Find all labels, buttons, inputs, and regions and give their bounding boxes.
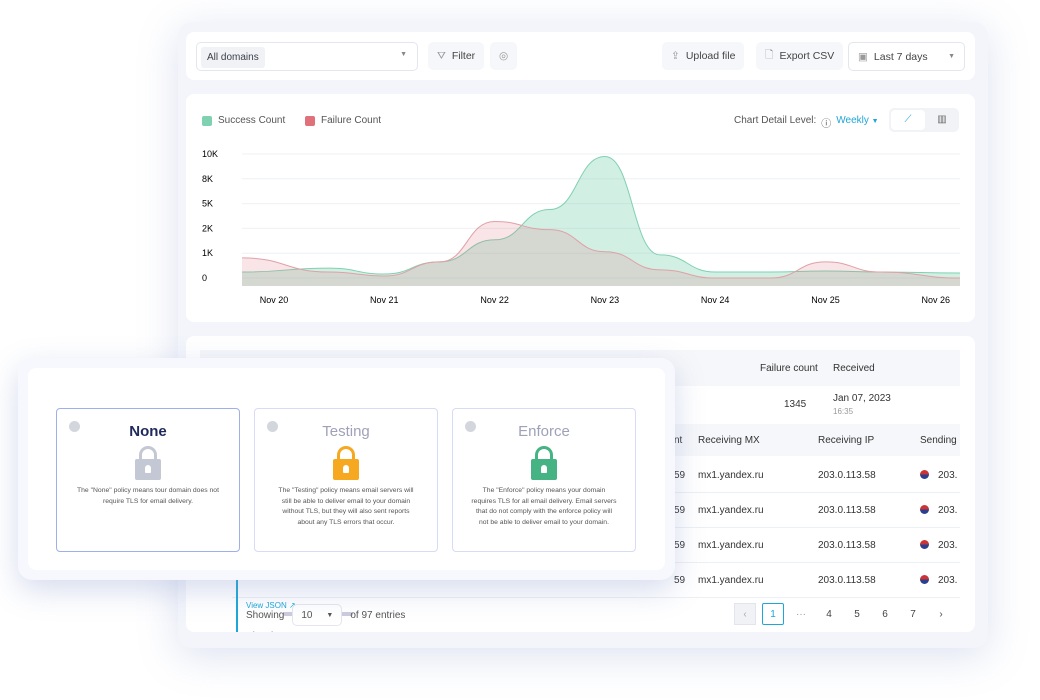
x-tick-label: Nov 24 [701, 295, 730, 305]
header-receiving-mx: Receiving MX [698, 435, 760, 446]
file-icon: 🗋 [765, 49, 774, 61]
tls-policy-overlay: None The "None" policy means tour domain… [18, 358, 675, 580]
header-failure-count: Failure count [760, 363, 818, 374]
showing-label: Showing [246, 631, 284, 632]
filter-icon: ⛛ [437, 49, 446, 62]
area-chart: 10K 8K 5K 2K 1K 0 Nov 20 Nov 21 Nov 22 Nov 23 Nov … [202, 149, 961, 305]
sending-cell: 203. [938, 470, 958, 481]
policy-description: The "Testing" policy means email servers… [278, 487, 414, 526]
us-flag-icon [920, 575, 929, 584]
page-6[interactable]: 6 [874, 603, 896, 625]
policy-description: The "Enforce" policy means your domain r… [471, 487, 617, 526]
x-tick-label: Nov 22 [480, 295, 509, 305]
page-size-value: 10 [301, 609, 313, 621]
calendar-icon: ▣ [858, 50, 868, 63]
filter-button[interactable]: ⛛ Filter [428, 42, 485, 70]
pagination-footer: Showing 10 ▼ of 97 entries [246, 604, 405, 626]
date-range-select[interactable]: ▣ Last 7 days ▼ [848, 42, 965, 71]
sending-cell: 203. [938, 505, 958, 516]
count-cell: 59 [674, 575, 686, 586]
header-count: nt [674, 435, 683, 446]
x-tick-label: Nov 21 [370, 295, 399, 305]
received-time: 16:35 [833, 407, 854, 416]
y-tick-label: 0 [202, 273, 207, 283]
date-range-value: Last 7 days [873, 50, 928, 63]
x-tick-label: Nov 23 [591, 295, 620, 305]
page-4[interactable]: 4 [818, 603, 840, 625]
y-tick-label: 5K [202, 199, 213, 209]
policy-option-enforce[interactable]: Enforce The "Enforce" policy means your … [452, 408, 636, 552]
page-7[interactable]: 7 [902, 603, 924, 625]
upload-icon: ⇪ [671, 50, 680, 62]
receiving-mx-cell: mx1.yandex.ru [698, 505, 764, 516]
header-receiving-ip: Receiving IP [818, 435, 875, 446]
y-tick-label: 10K [202, 149, 218, 159]
receiving-ip-cell: 203.0.113.58 [818, 575, 876, 586]
receiving-mx-cell: mx1.yandex.ru [698, 540, 764, 551]
x-tick-label: Nov 25 [811, 295, 840, 305]
sending-cell: 203. [938, 540, 958, 551]
toolbar: All domains ▼ ⛛ Filter ◎ ⇪ Upload file 🗋 Ex… [186, 32, 975, 80]
y-tick-label: 2K [202, 223, 213, 233]
policy-option-none[interactable]: None The "None" policy means tour domain… [56, 408, 240, 552]
chevron-down-icon: ▼ [948, 53, 955, 60]
upload-label: Upload file [685, 50, 736, 62]
receiving-ip-cell: 203.0.113.58 [818, 540, 876, 551]
count-cell: 59 [674, 470, 686, 481]
count-cell: 59 [674, 540, 686, 551]
upload-file-button[interactable]: ⇪ Upload file [662, 42, 745, 70]
lock-icon [531, 446, 557, 480]
received-date: Jan 07, 2023 [833, 393, 891, 404]
x-tick-label: Nov 26 [922, 295, 951, 305]
policy-title: Enforce [518, 423, 570, 440]
entries-label: of 97 entries [350, 609, 406, 621]
domain-select-value: All domains [201, 47, 265, 68]
next-page-button[interactable]: › [930, 603, 952, 625]
chevron-down-icon: ▼ [326, 611, 334, 619]
receiving-mx-cell: mx1.yandex.ru [698, 575, 764, 586]
pagination-ellipsis: ··· [796, 608, 806, 620]
export-csv-button[interactable]: 🗋 Export CSV [756, 42, 844, 70]
receiving-ip-cell: 203.0.113.58 [818, 505, 876, 516]
visibility-button[interactable]: ◎ [490, 42, 518, 70]
page-1[interactable]: 1 [762, 603, 784, 625]
export-label: Export CSV [779, 50, 835, 62]
lock-icon [135, 446, 161, 480]
check-circle-icon [69, 421, 80, 432]
sending-cell: 203. [938, 575, 958, 586]
prev-page-button[interactable]: ‹ [734, 603, 756, 625]
chevron-down-icon: ▼ [400, 51, 407, 58]
policy-title: Testing [322, 423, 370, 440]
page-5[interactable]: 5 [846, 603, 868, 625]
check-circle-icon [465, 421, 476, 432]
policy-title: None [129, 423, 167, 440]
domain-select[interactable]: All domains ▼ [196, 42, 418, 71]
policy-description: The "None" policy means tour domain does… [77, 487, 219, 505]
check-circle-icon [267, 421, 278, 432]
policy-option-testing[interactable]: Testing The "Testing" policy means email… [254, 408, 438, 552]
y-tick-label: 8K [202, 174, 213, 184]
policy-card-container: None The "None" policy means tour domain… [28, 368, 665, 570]
us-flag-icon [920, 505, 929, 514]
us-flag-icon [920, 470, 929, 479]
pagination: ‹ 1 ··· 4 5 6 7 › [734, 603, 952, 625]
header-sending: Sending [920, 435, 957, 446]
page-size-select[interactable]: 10 ▼ [292, 604, 343, 626]
failure-count-value: 1345 [784, 399, 807, 410]
showing-label: Showing [246, 609, 285, 621]
receiving-ip-cell: 203.0.113.58 [818, 470, 876, 481]
row-accent-bar [236, 576, 238, 632]
lock-icon [333, 446, 359, 480]
x-tick-label: Nov 20 [260, 295, 289, 305]
y-tick-label: 1K [202, 248, 213, 258]
chart-card: Success Count Failure Count Chart Detail… [186, 94, 975, 322]
receiving-mx-cell: mx1.yandex.ru [698, 470, 764, 481]
eye-icon: ◎ [499, 50, 509, 62]
filter-label: Filter [451, 50, 476, 62]
header-received: Received [833, 363, 875, 374]
us-flag-icon [920, 540, 929, 549]
count-cell: 59 [674, 505, 686, 516]
